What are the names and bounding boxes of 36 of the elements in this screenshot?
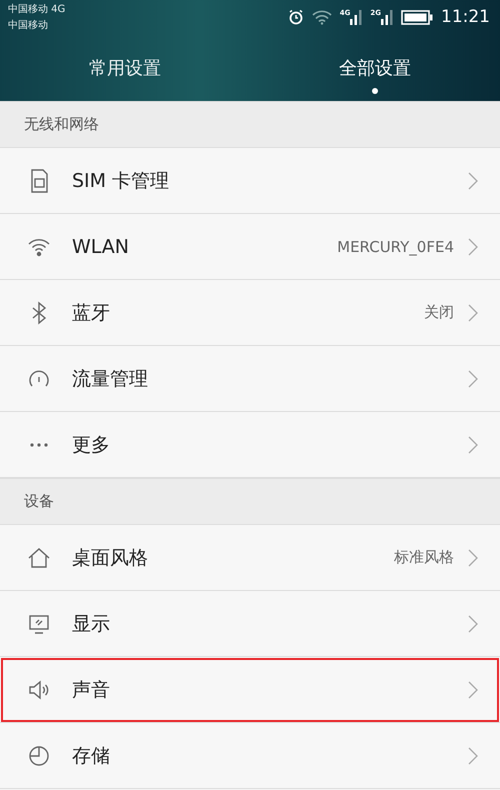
section-title: 设备	[24, 492, 54, 511]
chevron-right-icon	[468, 436, 478, 454]
row-label: 蓝牙	[72, 300, 111, 326]
wifi-icon	[312, 10, 332, 24]
chevron-right-icon	[468, 548, 478, 566]
alarm-icon	[288, 9, 304, 25]
carrier-label: 中国移动	[8, 18, 49, 33]
row-value: 关闭	[424, 303, 454, 322]
row-value: 标准风格	[394, 548, 454, 567]
row-label: 存储	[72, 744, 111, 768]
settings-row[interactable]: 声音	[0, 657, 500, 723]
chevron-right-icon	[468, 238, 478, 256]
row-label: 显示	[72, 612, 111, 636]
row-label: 流量管理	[72, 366, 149, 392]
row-label: SIM 卡管理	[72, 168, 170, 194]
more-icon	[30, 442, 48, 446]
chevron-right-icon	[468, 680, 478, 698]
row-label: 声音	[72, 678, 111, 702]
row-label: 桌面风格	[72, 546, 149, 570]
tab[interactable]: 全部设置	[250, 44, 500, 101]
section-title: 无线和网络	[24, 115, 99, 134]
chevron-right-icon	[468, 370, 478, 388]
chevron-right-icon	[468, 172, 478, 190]
chevron-right-icon	[468, 746, 478, 764]
chevron-right-icon	[468, 304, 478, 322]
carrier-label: 中国移动 4G	[8, 2, 66, 17]
chevron-right-icon	[468, 614, 478, 632]
row-label: 更多	[72, 432, 111, 458]
clock-time: 11:21	[441, 7, 490, 27]
signal-icon	[381, 9, 393, 25]
row-label: WLAN	[72, 236, 130, 258]
battery-icon	[401, 10, 433, 24]
signal-icon	[350, 9, 362, 25]
active-dot-icon	[372, 88, 378, 94]
tab[interactable]: 常用设置	[0, 44, 250, 101]
row-value: MERCURY_0FE4	[337, 238, 454, 256]
